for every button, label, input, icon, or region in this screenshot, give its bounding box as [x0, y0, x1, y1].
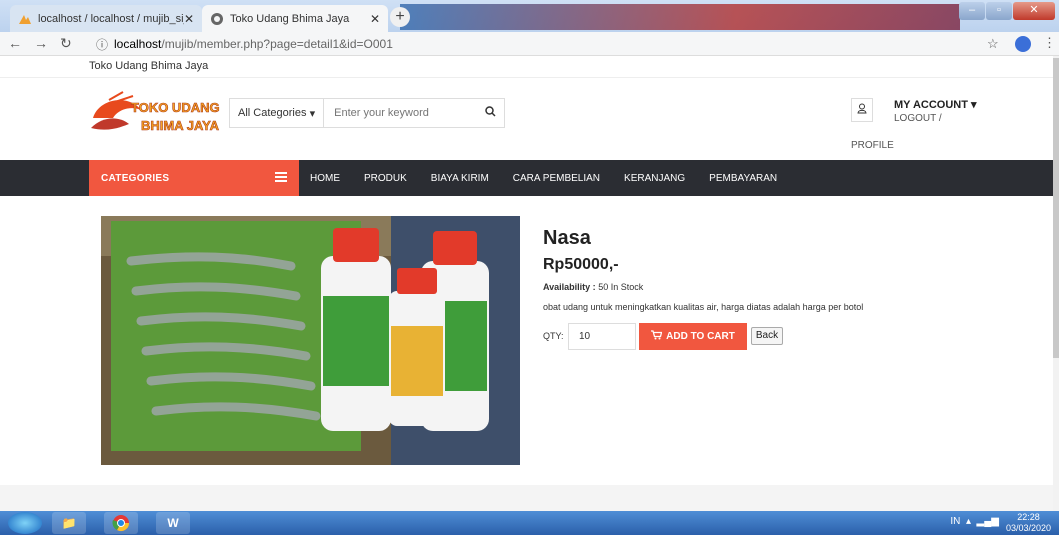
nav-item-produk[interactable]: PRODUK	[364, 173, 407, 184]
tab-close-icon[interactable]: ✕	[370, 12, 380, 26]
window-controls: – ▫ ✕	[959, 2, 1055, 20]
bookmark-star-icon[interactable]: ☆	[987, 36, 999, 52]
browser-menu-icon[interactable]: ⋮	[1043, 35, 1056, 51]
chrome-taskbar-icon[interactable]	[104, 512, 138, 534]
new-tab-button[interactable]: +	[390, 7, 410, 27]
profile-link[interactable]: PROFILE	[851, 140, 894, 151]
network-icon[interactable]: ▂▄▆	[977, 516, 999, 527]
svg-text:TOKO UDANG: TOKO UDANG	[131, 100, 220, 115]
maximize-button[interactable]: ▫	[986, 2, 1012, 20]
close-window-button[interactable]: ✕	[1013, 2, 1055, 20]
caret-down-icon: ▾	[309, 107, 316, 120]
back-button[interactable]: Back	[751, 327, 783, 345]
language-indicator[interactable]: IN	[950, 516, 960, 527]
main-nav: CATEGORIES HOME PRODUK BIAYA KIRIM CARA …	[0, 160, 1059, 196]
taskbar-clock[interactable]: 22:28 03/03/2020	[1006, 512, 1051, 534]
nav-item-biaya-kirim[interactable]: BIAYA KIRIM	[431, 173, 489, 184]
footer-band	[0, 485, 1059, 511]
page-scrollbar[interactable]	[1053, 56, 1059, 511]
caret-down-icon: ▾	[971, 99, 977, 111]
logout-link[interactable]: LOGOUT /	[894, 113, 942, 124]
scrollbar-thumb[interactable]	[1053, 58, 1059, 358]
nav-menu: HOME PRODUK BIAYA KIRIM CARA PEMBELIAN K…	[310, 160, 801, 196]
search-input[interactable]	[324, 107, 477, 119]
nav-item-home[interactable]: HOME	[310, 173, 340, 184]
tab-close-icon[interactable]: ✕	[184, 12, 194, 26]
tab-toko-udang[interactable]: Toko Udang Bhima Jaya ✕	[202, 5, 388, 32]
extension-icon[interactable]	[1015, 36, 1031, 52]
cart-icon	[651, 330, 663, 343]
add-to-cart-button[interactable]: ADD TO CART	[639, 323, 747, 350]
product-price: Rp50000,-	[543, 256, 619, 273]
system-tray: IN ▴ ▂▄▆	[950, 516, 999, 527]
site-logo[interactable]: TOKO UDANG BHIMA JAYA	[89, 88, 229, 143]
minimize-button[interactable]: –	[959, 2, 985, 20]
site-name-text: Toko Udang Bhima Jaya	[89, 60, 209, 72]
list-icon	[275, 171, 287, 185]
product-name: Nasa	[543, 227, 591, 249]
phpmyadmin-favicon-icon	[18, 12, 32, 26]
tab-title: Toko Udang Bhima Jaya	[230, 12, 350, 25]
nav-item-pembayaran[interactable]: PEMBAYARAN	[709, 173, 777, 184]
product-description: obat udang untuk meningkatkan kualitas a…	[543, 302, 864, 312]
search-icon[interactable]	[476, 106, 504, 120]
back-arrow-icon[interactable]: ←	[8, 35, 22, 51]
categories-button[interactable]: CATEGORIES	[89, 160, 299, 196]
svg-text:BHIMA JAYA: BHIMA JAYA	[141, 118, 220, 133]
qty-input[interactable]	[568, 323, 636, 350]
availability: Availability : 50 In Stock	[543, 282, 644, 292]
nav-item-keranjang[interactable]: KERANJANG	[624, 173, 685, 184]
browser-tab-strip: localhost / localhost / mujib_si_1 ✕ Tok…	[0, 0, 1059, 32]
globe-favicon-icon	[210, 12, 224, 26]
reload-icon[interactable]: ↻	[60, 35, 72, 52]
word-taskbar-icon[interactable]: W	[156, 512, 190, 534]
qty-label: QTY:	[543, 331, 564, 341]
product-image	[101, 216, 520, 465]
search-bar: All Categories ▾	[229, 98, 505, 128]
info-icon[interactable]: ⓘ	[96, 36, 108, 53]
nav-item-cara-pembelian[interactable]: CARA PEMBELIAN	[513, 173, 600, 184]
site-header: TOKO UDANG BHIMA JAYA All Categories ▾ M…	[0, 78, 1059, 160]
tabstrip-background	[400, 4, 960, 30]
url-field[interactable]: localhost/mujib/member.php?page=detail1&…	[114, 37, 393, 51]
user-icon[interactable]	[851, 98, 873, 122]
my-account-menu[interactable]: MY ACCOUNT ▾	[894, 98, 977, 111]
windows-taskbar: 📁 W IN ▴ ▂▄▆ 22:28 03/03/2020	[0, 511, 1059, 535]
forward-arrow-icon[interactable]: →	[34, 35, 48, 51]
start-button[interactable]	[8, 512, 42, 534]
tab-title: localhost / localhost / mujib_si_1	[38, 12, 184, 25]
address-bar: ← → ↻ ⓘ localhost/mujib/member.php?page=…	[0, 32, 1059, 56]
category-select[interactable]: All Categories ▾	[230, 99, 325, 127]
explorer-taskbar-icon[interactable]: 📁	[52, 512, 86, 534]
site-top-bar: Toko Udang Bhima Jaya	[0, 56, 1059, 78]
tab-phpmyadmin[interactable]: localhost / localhost / mujib_si_1 ✕	[10, 5, 202, 32]
